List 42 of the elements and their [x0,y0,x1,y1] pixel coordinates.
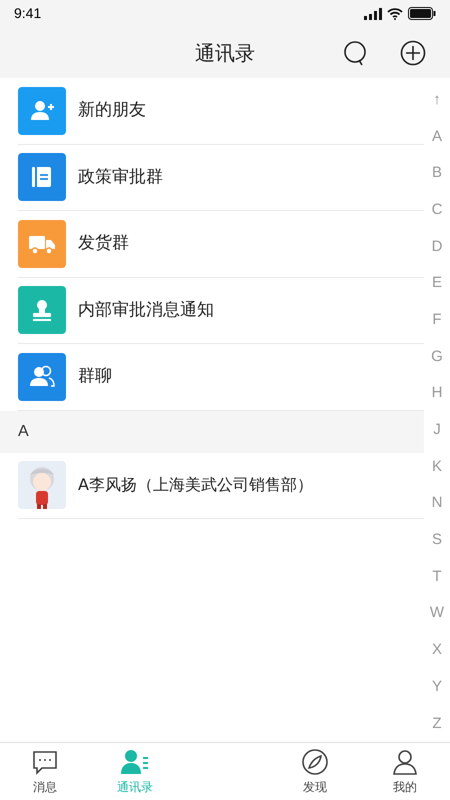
status-time: 9:41 [14,4,42,23]
wifi-icon [387,8,403,20]
entry-label[interactable]: 发货群 [78,231,129,256]
person-icon [391,748,419,776]
entry-label[interactable]: 政策审批群 [78,164,163,190]
index-letter[interactable]: D [432,228,442,266]
index-letter[interactable]: C [432,192,442,229]
group-icon [28,364,56,390]
index-letter[interactable]: N [432,485,442,522]
battery-icon [408,7,436,20]
entry-label[interactable]: 内部审批消息通知 [78,298,214,323]
index-letter[interactable]: Y [432,668,442,706]
index-letter[interactable]: S [432,522,442,559]
contact-name[interactable]: A李风扬（上海美武公司销售部） [78,473,313,497]
index-letter[interactable]: T [432,558,442,596]
section-header: A [0,410,424,452]
tab[interactable]: 我的 [360,743,450,800]
entry-label[interactable]: 新的朋友 [78,98,146,124]
search-button[interactable] [341,39,369,67]
add-icon [400,40,426,66]
index-letter[interactable]: B [432,155,442,192]
index-letter[interactable]: H [432,375,442,412]
entry-label[interactable]: 群聊 [78,364,112,390]
tab[interactable]: 消息 [0,743,90,800]
signal-icon [364,8,382,20]
index-letter[interactable]: ↑ [433,82,441,119]
index-letter[interactable]: J [433,412,441,449]
index-letter[interactable]: A [432,118,442,156]
page-title: 通讯录 [195,40,255,66]
index-letter[interactable]: G [431,338,443,376]
contacts-icon [120,748,150,776]
compass-icon [301,748,329,776]
index-letter[interactable]: E [432,265,442,302]
tab[interactable]: 通讯录 [90,743,180,800]
index-letter[interactable]: X [432,632,442,669]
index-letter[interactable]: Z [432,705,442,742]
add-button[interactable] [399,39,427,67]
index-letter[interactable]: K [432,448,442,486]
search-icon [343,40,367,66]
tab[interactable]: 发现 [270,743,360,800]
index-letter[interactable]: F [432,302,442,339]
index-letter[interactable]: W [430,595,444,632]
